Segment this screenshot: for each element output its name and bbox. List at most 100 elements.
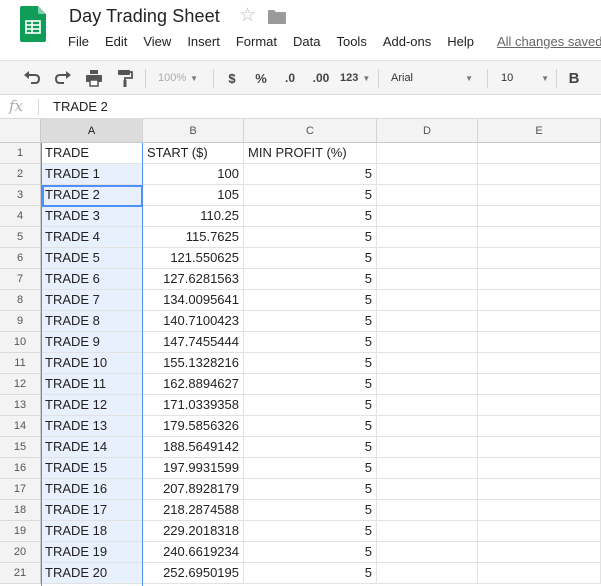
redo-icon[interactable]: [53, 68, 73, 88]
cell-a5[interactable]: TRADE 4: [41, 227, 143, 248]
row-header-4[interactable]: 4: [0, 206, 41, 227]
menu-insert[interactable]: Insert: [179, 33, 228, 51]
row-header-7[interactable]: 7: [0, 269, 41, 290]
cell-b11[interactable]: 155.1328216: [143, 353, 244, 374]
row-header-11[interactable]: 11: [0, 353, 41, 374]
menu-file[interactable]: File: [60, 33, 97, 51]
cell-a6[interactable]: TRADE 5: [41, 248, 143, 269]
cell-a7[interactable]: TRADE 6: [41, 269, 143, 290]
cell-d20[interactable]: [377, 542, 478, 563]
cell-a15[interactable]: TRADE 14: [41, 437, 143, 458]
cell-c19[interactable]: 5: [244, 521, 377, 542]
cell-b16[interactable]: 197.9931599: [143, 458, 244, 479]
folder-icon[interactable]: [268, 10, 286, 24]
column-header-a[interactable]: A: [41, 119, 143, 143]
cell-d8[interactable]: [377, 290, 478, 311]
row-header-2[interactable]: 2: [0, 164, 41, 185]
cell-a10[interactable]: TRADE 9: [41, 332, 143, 353]
cell-b3[interactable]: 105: [143, 185, 244, 206]
cell-e16[interactable]: [478, 458, 601, 479]
cell-c15[interactable]: 5: [244, 437, 377, 458]
undo-icon[interactable]: [22, 68, 42, 88]
cell-a21[interactable]: TRADE 20: [41, 563, 143, 584]
row-header-9[interactable]: 9: [0, 311, 41, 332]
cell-c21[interactable]: 5: [244, 563, 377, 584]
font-size-select[interactable]: 10 ▼: [501, 68, 549, 88]
cell-a1[interactable]: TRADE: [41, 143, 143, 164]
cell-b7[interactable]: 127.6281563: [143, 269, 244, 290]
menu-data[interactable]: Data: [285, 33, 328, 51]
zoom-select[interactable]: 100% ▼: [158, 68, 198, 88]
cell-c9[interactable]: 5: [244, 311, 377, 332]
cell-e12[interactable]: [478, 374, 601, 395]
cell-e2[interactable]: [478, 164, 601, 185]
cell-e8[interactable]: [478, 290, 601, 311]
cell-a11[interactable]: TRADE 10: [41, 353, 143, 374]
cell-a17[interactable]: TRADE 16: [41, 479, 143, 500]
cell-b15[interactable]: 188.5649142: [143, 437, 244, 458]
cell-c7[interactable]: 5: [244, 269, 377, 290]
cell-c5[interactable]: 5: [244, 227, 377, 248]
cell-b20[interactable]: 240.6619234: [143, 542, 244, 563]
bold-button[interactable]: B: [566, 68, 582, 88]
column-header-e[interactable]: E: [478, 119, 601, 143]
cell-a3[interactable]: TRADE 2: [41, 185, 143, 206]
menu-help[interactable]: Help: [439, 33, 482, 51]
cell-d15[interactable]: [377, 437, 478, 458]
cell-b10[interactable]: 147.7455444: [143, 332, 244, 353]
cell-b9[interactable]: 140.7100423: [143, 311, 244, 332]
cell-b2[interactable]: 100: [143, 164, 244, 185]
cell-a19[interactable]: TRADE 18: [41, 521, 143, 542]
column-header-c[interactable]: C: [244, 119, 377, 143]
cell-b14[interactable]: 179.5856326: [143, 416, 244, 437]
percent-format-button[interactable]: %: [252, 68, 270, 88]
row-header-16[interactable]: 16: [0, 458, 41, 479]
row-header-12[interactable]: 12: [0, 374, 41, 395]
star-icon[interactable]: ☆: [239, 6, 256, 26]
row-header-18[interactable]: 18: [0, 500, 41, 521]
cell-d19[interactable]: [377, 521, 478, 542]
cell-b4[interactable]: 110.25: [143, 206, 244, 227]
cell-d7[interactable]: [377, 269, 478, 290]
cell-c2[interactable]: 5: [244, 164, 377, 185]
cell-e17[interactable]: [478, 479, 601, 500]
document-title[interactable]: Day Trading Sheet: [69, 6, 220, 27]
cell-e14[interactable]: [478, 416, 601, 437]
row-header-1[interactable]: 1: [0, 143, 41, 164]
cell-e5[interactable]: [478, 227, 601, 248]
cell-e10[interactable]: [478, 332, 601, 353]
cell-d1[interactable]: [377, 143, 478, 164]
cell-b8[interactable]: 134.0095641: [143, 290, 244, 311]
cell-a12[interactable]: TRADE 11: [41, 374, 143, 395]
cell-d4[interactable]: [377, 206, 478, 227]
cell-a14[interactable]: TRADE 13: [41, 416, 143, 437]
cell-b12[interactable]: 162.8894627: [143, 374, 244, 395]
cell-c17[interactable]: 5: [244, 479, 377, 500]
cell-c1[interactable]: MIN PROFIT (%): [244, 143, 377, 164]
row-header-15[interactable]: 15: [0, 437, 41, 458]
row-header-10[interactable]: 10: [0, 332, 41, 353]
cell-d11[interactable]: [377, 353, 478, 374]
cell-d17[interactable]: [377, 479, 478, 500]
row-header-21[interactable]: 21: [0, 563, 41, 584]
cell-d2[interactable]: [377, 164, 478, 185]
increase-decimals-button[interactable]: .00: [309, 68, 333, 88]
cell-c10[interactable]: 5: [244, 332, 377, 353]
row-header-13[interactable]: 13: [0, 395, 41, 416]
save-status-link[interactable]: All changes saved: [497, 33, 601, 51]
cell-d18[interactable]: [377, 500, 478, 521]
row-header-14[interactable]: 14: [0, 416, 41, 437]
cell-e4[interactable]: [478, 206, 601, 227]
cell-a13[interactable]: TRADE 12: [41, 395, 143, 416]
cell-c8[interactable]: 5: [244, 290, 377, 311]
cell-d9[interactable]: [377, 311, 478, 332]
cell-b17[interactable]: 207.8928179: [143, 479, 244, 500]
cell-c11[interactable]: 5: [244, 353, 377, 374]
row-header-17[interactable]: 17: [0, 479, 41, 500]
cell-e13[interactable]: [478, 395, 601, 416]
cell-b18[interactable]: 218.2874588: [143, 500, 244, 521]
font-select[interactable]: Arial ▼: [391, 68, 473, 88]
cell-c13[interactable]: 5: [244, 395, 377, 416]
row-header-5[interactable]: 5: [0, 227, 41, 248]
cell-a8[interactable]: TRADE 7: [41, 290, 143, 311]
